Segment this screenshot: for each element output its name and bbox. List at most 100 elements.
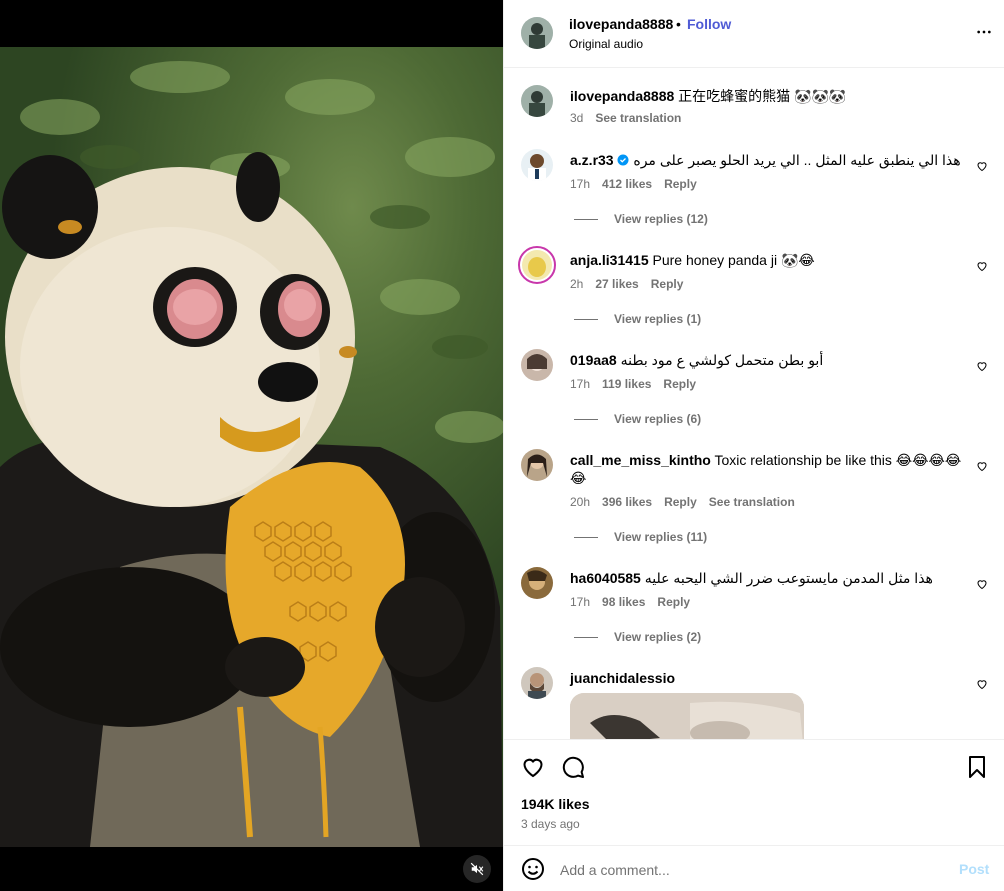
comment-likes[interactable]: 27 likes [595, 277, 638, 291]
more-options-icon [977, 30, 991, 34]
comment-input[interactable] [560, 860, 940, 880]
comment-username[interactable]: 019aa8 [570, 352, 617, 368]
view-replies-label: View replies (1) [614, 312, 702, 326]
post-actions: 194K likes 3 days ago [504, 739, 1004, 844]
post-header: ilovepanda8888 • Follow Original audio [504, 0, 1004, 68]
heart-icon [977, 580, 987, 590]
comment-time[interactable]: 17h [570, 377, 590, 391]
view-replies-button[interactable]: View replies (11) [574, 530, 707, 544]
comment-time[interactable]: 17h [570, 595, 590, 609]
view-replies-label: View replies (11) [614, 530, 708, 544]
comment-item: call_me_miss_kintho Toxic relationship b… [504, 439, 1004, 557]
comment-avatar[interactable] [521, 667, 553, 699]
avatar-image [521, 17, 553, 49]
view-replies-label: View replies (6) [614, 412, 702, 426]
comment-likes[interactable]: 98 likes [602, 595, 645, 609]
post-media[interactable] [0, 0, 503, 891]
heart-icon [977, 362, 987, 372]
view-replies-button[interactable]: View replies (6) [574, 412, 701, 426]
replies-line [574, 636, 598, 638]
avatar-image [521, 567, 553, 599]
comment-text: Toxic relationship be like this 😂😂😂😂 [714, 452, 962, 468]
comment-button[interactable] [561, 755, 585, 782]
comment-like-button[interactable] [976, 677, 990, 691]
comments-list[interactable]: ilovepanda8888 正在吃蜂蜜的熊猫 🐼🐼🐼 3d See trans… [504, 69, 1004, 739]
comment-like-button[interactable] [976, 159, 990, 173]
caption-avatar[interactable] [521, 85, 553, 117]
comment-username[interactable]: ha6040585 [570, 570, 641, 586]
emoji-button[interactable] [521, 857, 545, 884]
mute-button[interactable] [463, 855, 491, 883]
save-icon [969, 756, 985, 778]
replies-line [574, 218, 598, 220]
comment-username[interactable]: call_me_miss_kintho [570, 452, 711, 468]
view-replies-button[interactable]: View replies (12) [574, 212, 708, 226]
comment-likes[interactable]: 119 likes [602, 377, 651, 391]
comment-image-content [570, 693, 804, 739]
avatar-image [521, 85, 553, 117]
avatar-image [521, 149, 553, 181]
comment-text: هذا مثل المدمن مايستوعب ضرر الشي اليحبه … [644, 570, 933, 586]
reply-button[interactable]: Reply [664, 177, 697, 191]
avatar-image [522, 250, 552, 280]
view-replies-button[interactable]: View replies (1) [574, 312, 701, 326]
comment-item: a.z.r33 هذا الي ينطبق عليه المثل .. الي … [504, 139, 1004, 239]
comment-avatar-story-ring[interactable] [518, 246, 556, 284]
view-replies-button[interactable]: View replies (2) [574, 630, 701, 644]
mute-icon [470, 862, 484, 876]
comment-time[interactable]: 20h [570, 495, 590, 509]
comment-likes[interactable]: 412 likes [602, 177, 652, 191]
comment-username[interactable]: anja.li31415 [570, 252, 649, 268]
comment-avatar[interactable] [521, 149, 553, 181]
caption-username[interactable]: ilovepanda8888 [570, 88, 674, 104]
verified-icon [617, 154, 629, 166]
comment-item: 019aa8 أبو بطن متحمل كولشي ع مود بطنه 17… [504, 339, 1004, 439]
post-side-panel: ilovepanda8888 • Follow Original audio i… [503, 0, 1004, 891]
comment-time[interactable]: 2h [570, 277, 583, 291]
post-date[interactable]: 3 days ago [521, 817, 580, 831]
comment-username[interactable]: a.z.r33 [570, 152, 614, 168]
heart-icon [523, 758, 543, 778]
reply-button[interactable]: Reply [664, 495, 697, 509]
comment-avatar[interactable] [521, 449, 553, 481]
replies-line [574, 318, 598, 320]
comment-avatar[interactable] [521, 567, 553, 599]
emoji-icon [522, 858, 544, 880]
like-button[interactable] [521, 755, 545, 782]
see-translation-link[interactable]: See translation [709, 495, 795, 509]
author-username[interactable]: ilovepanda8888 [569, 16, 673, 32]
author-avatar[interactable] [521, 17, 553, 49]
replies-line [574, 418, 598, 420]
comment-time[interactable]: 17h [570, 177, 590, 191]
comment-like-button[interactable] [976, 359, 990, 373]
likes-count[interactable]: 194K likes [521, 796, 590, 812]
reply-button[interactable]: Reply [657, 595, 690, 609]
comment-like-button[interactable] [976, 459, 990, 473]
comment-text: أبو بطن متحمل كولشي ع مود بطنه [620, 352, 824, 368]
audio-label[interactable]: Original audio [569, 37, 643, 51]
comment-item: ha6040585 هذا مثل المدمن مايستوعب ضرر ال… [504, 557, 1004, 657]
see-translation-link[interactable]: See translation [595, 111, 681, 125]
comment-like-button[interactable] [976, 259, 990, 273]
comment-image[interactable] [570, 693, 804, 739]
replies-line [574, 536, 598, 538]
reply-button[interactable]: Reply [651, 277, 684, 291]
save-button[interactable] [965, 755, 989, 782]
heart-icon [977, 162, 987, 172]
comment-avatar[interactable] [521, 349, 553, 381]
avatar-image [521, 449, 553, 481]
comment-username[interactable]: juanchidalessio [570, 670, 675, 686]
caption: ilovepanda8888 正在吃蜂蜜的熊猫 🐼🐼🐼 3d See trans… [504, 69, 1004, 139]
comment-like-button[interactable] [976, 577, 990, 591]
comment-item: juanchidalessio [504, 657, 1004, 739]
follow-button[interactable]: Follow [687, 16, 731, 32]
panda-video[interactable] [0, 47, 503, 847]
comment-likes[interactable]: 396 likes [602, 495, 652, 509]
avatar-image [521, 667, 553, 699]
post-comment-button[interactable]: Post [959, 861, 989, 877]
comment-composer: Post [504, 845, 1004, 891]
caption-time[interactable]: 3d [570, 111, 583, 125]
header-separator: • [676, 16, 681, 32]
more-options-button[interactable] [976, 24, 992, 43]
reply-button[interactable]: Reply [663, 377, 696, 391]
